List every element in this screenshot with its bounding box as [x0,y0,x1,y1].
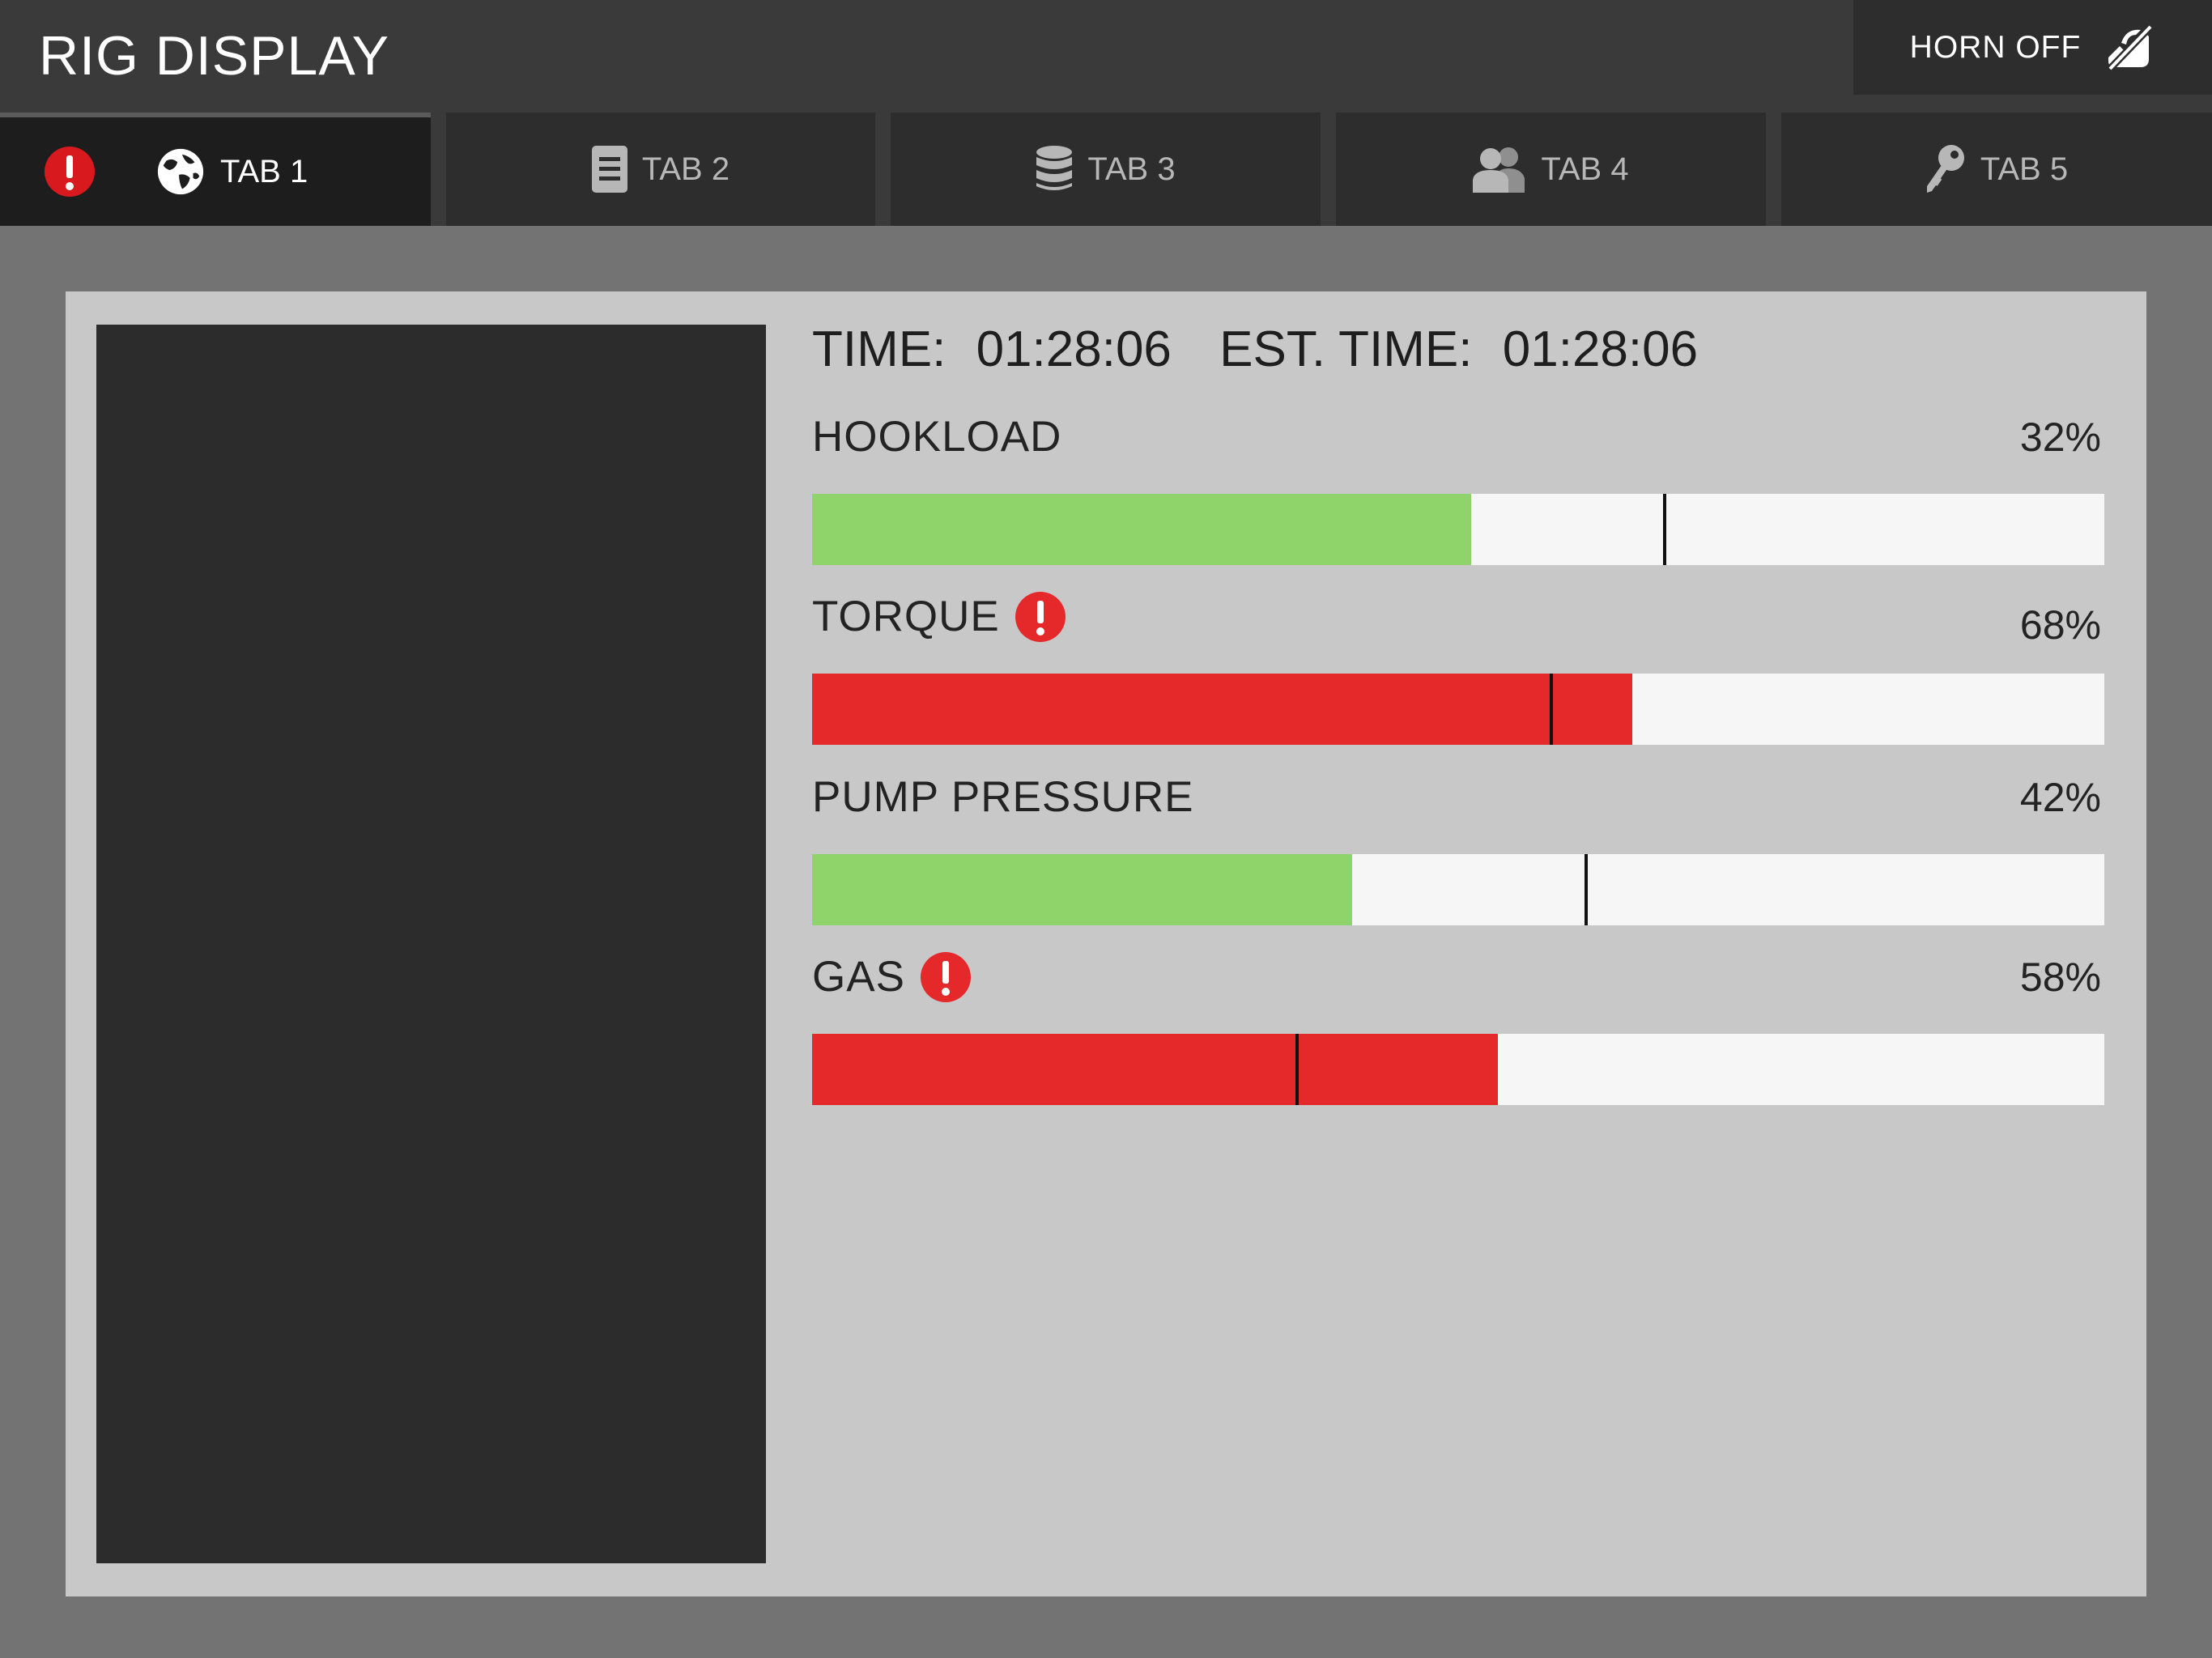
tab-1-label: TAB 1 [220,153,308,189]
metric-bar [812,854,2104,925]
metric-bar [812,494,2104,565]
document-icon [591,146,627,193]
metric-name: PUMP PRESSURE [812,773,1194,821]
metric-gas: GAS 58% [812,945,2104,1124]
database-icon [1036,146,1073,193]
est-time-label: EST. TIME: [1219,321,1473,377]
bar-marker [1295,1034,1299,1105]
tab-4-label: TAB 4 [1541,151,1629,187]
metric-label: TORQUE [812,585,1066,649]
tab-3-label: TAB 3 [1087,151,1176,187]
alert-icon [1015,591,1066,643]
metric-label: HOOKLOAD [812,405,1061,470]
globe-icon [155,147,206,197]
metric-name: TORQUE [812,593,1000,640]
horn-label: HORN OFF [1909,29,2082,65]
horn-toggle-button[interactable]: HORN OFF [1853,0,2212,95]
metric-name: HOOKLOAD [812,413,1062,461]
tab-5[interactable]: TAB 5 [1781,113,2212,226]
tab-1[interactable]: TAB 1 [0,113,431,226]
tab-2[interactable]: TAB 2 [446,113,875,226]
metric-pump-pressure: PUMP PRESSURE 42% [812,765,2104,945]
bar-marker [1549,674,1553,745]
main-panel: TIME: 01:28:06 EST. TIME: 01:28:06 HOOKL… [66,291,2146,1596]
tab-2-label: TAB 2 [641,151,730,187]
metric-torque: TORQUE 68% [812,585,2104,764]
time-row: TIME: 01:28:06 EST. TIME: 01:28:06 [812,317,1698,382]
video-feed [96,325,766,1563]
tab-4[interactable]: TAB 4 [1336,113,1766,226]
bar-fill [812,674,1633,745]
bar-marker [1585,854,1588,925]
bar-marker [1663,494,1667,565]
metric-value: 42% [2019,775,2101,820]
key-icon [1925,144,1966,194]
metric-value: 58% [2019,954,2101,1000]
metric-label: PUMP PRESSURE [812,765,1193,830]
horn-off-icon [2104,22,2155,74]
time-label: TIME: [812,321,946,377]
bar-fill [812,494,1471,565]
top-bar: RIG DISPLAY HORN OFF [0,0,2212,113]
metric-name: GAS [812,953,905,1001]
time-value: 01:28:06 [976,321,1172,377]
tab-5-label: TAB 5 [1980,151,2069,187]
metric-value: 68% [2019,602,2101,648]
metric-bar [812,674,2104,745]
users-icon [1473,146,1526,193]
alert-icon [44,146,96,198]
metric-label: GAS [812,945,972,1010]
metric-bar [812,1034,2104,1105]
metric-hookload: HOOKLOAD 32% [812,405,2104,585]
est-time-value: 01:28:06 [1502,321,1699,377]
tab-3[interactable]: TAB 3 [891,113,1321,226]
metric-value: 32% [2019,414,2101,460]
app-title: RIG DISPLAY [39,25,389,87]
bar-fill [812,1034,1499,1105]
bar-fill [812,854,1353,925]
alert-icon [920,951,972,1003]
tab-bar: TAB 1 TAB 2 TAB 3 TAB 4 TAB 5 [0,113,2212,226]
